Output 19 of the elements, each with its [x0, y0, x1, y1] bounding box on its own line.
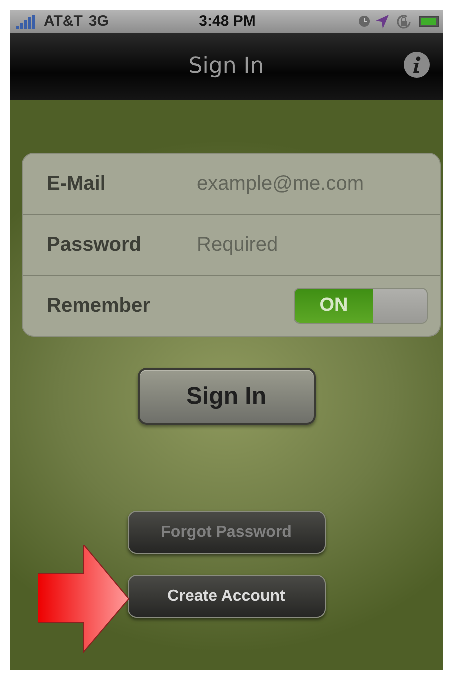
battery-icon: [419, 16, 440, 27]
email-field[interactable]: example@me.com: [197, 172, 428, 196]
clock-time: 3:48 PM: [199, 13, 256, 30]
sign-in-button[interactable]: Sign In: [138, 368, 316, 425]
carrier-name: AT&T: [44, 13, 83, 30]
screen-title: Sign In: [188, 54, 264, 79]
field-label: E-Mail: [47, 172, 107, 196]
network-type: 3G: [88, 13, 109, 30]
password-field[interactable]: Required: [197, 234, 428, 256]
rotation-lock-icon: [395, 12, 414, 30]
field-label: Remember: [47, 294, 152, 318]
signal-icon: [16, 14, 38, 28]
create-account-button[interactable]: Create Account: [128, 575, 326, 618]
arrow-icon: [38, 545, 130, 653]
location-arrow-icon: [376, 14, 390, 28]
field-label: Password: [47, 234, 142, 256]
info-icon[interactable]: [404, 52, 430, 78]
toggle-switch[interactable]: ON: [294, 288, 428, 324]
clock-icon: [359, 16, 370, 27]
